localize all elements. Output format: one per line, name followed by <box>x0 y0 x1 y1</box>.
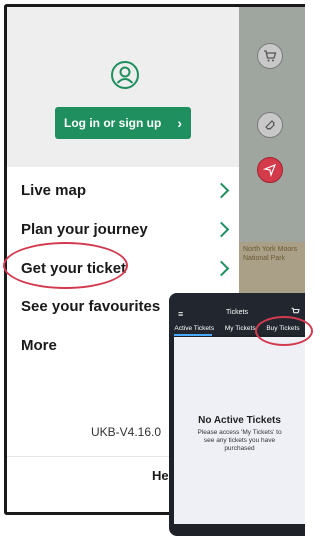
menu-item-plan-journey[interactable]: Plan your journey <box>21 217 233 241</box>
app-version: UKB-V4.16.0 <box>91 425 162 439</box>
tickets-title: Tickets <box>226 309 248 316</box>
menu-item-label: See your favourites <box>21 297 161 315</box>
active-tab-indicator <box>174 334 212 336</box>
highlight-buy-tickets <box>255 316 313 346</box>
navigate-arrow-icon <box>263 163 277 177</box>
empty-state-description: Please access 'My Tickets' to see any ti… <box>197 429 282 452</box>
menu-item-live-map[interactable]: Live map <box>21 178 233 202</box>
chevron-right-icon <box>213 260 230 276</box>
cart-icon[interactable] <box>291 307 300 316</box>
map-park-label: North York Moors National Park <box>243 246 298 262</box>
ticket-icon <box>265 120 275 130</box>
chevron-right-icon <box>213 182 230 198</box>
menu-item-label: More <box>21 336 57 354</box>
menu-item-label: Plan your journey <box>21 220 148 238</box>
empty-state-title: No Active Tickets <box>198 415 281 426</box>
drawer-header: Log in or sign up › <box>7 7 243 167</box>
tab-my-tickets[interactable]: My Tickets <box>225 325 256 332</box>
chevron-right-icon <box>213 221 230 237</box>
cart-icon <box>264 50 277 62</box>
login-button-label: Log in or sign up <box>64 116 162 130</box>
tab-active-tickets[interactable]: Active Tickets <box>174 325 214 332</box>
chevron-right-icon: › <box>177 115 182 131</box>
login-signup-button[interactable]: Log in or sign up › <box>55 107 191 139</box>
cart-button[interactable] <box>257 43 283 69</box>
highlight-get-ticket <box>3 242 128 289</box>
avatar-icon[interactable] <box>110 60 140 90</box>
navigate-button[interactable] <box>257 157 283 183</box>
tickets-empty-state: No Active Tickets Please access 'My Tick… <box>174 337 305 524</box>
tickets-button[interactable] <box>257 112 283 138</box>
menu-item-label: Live map <box>21 181 87 199</box>
